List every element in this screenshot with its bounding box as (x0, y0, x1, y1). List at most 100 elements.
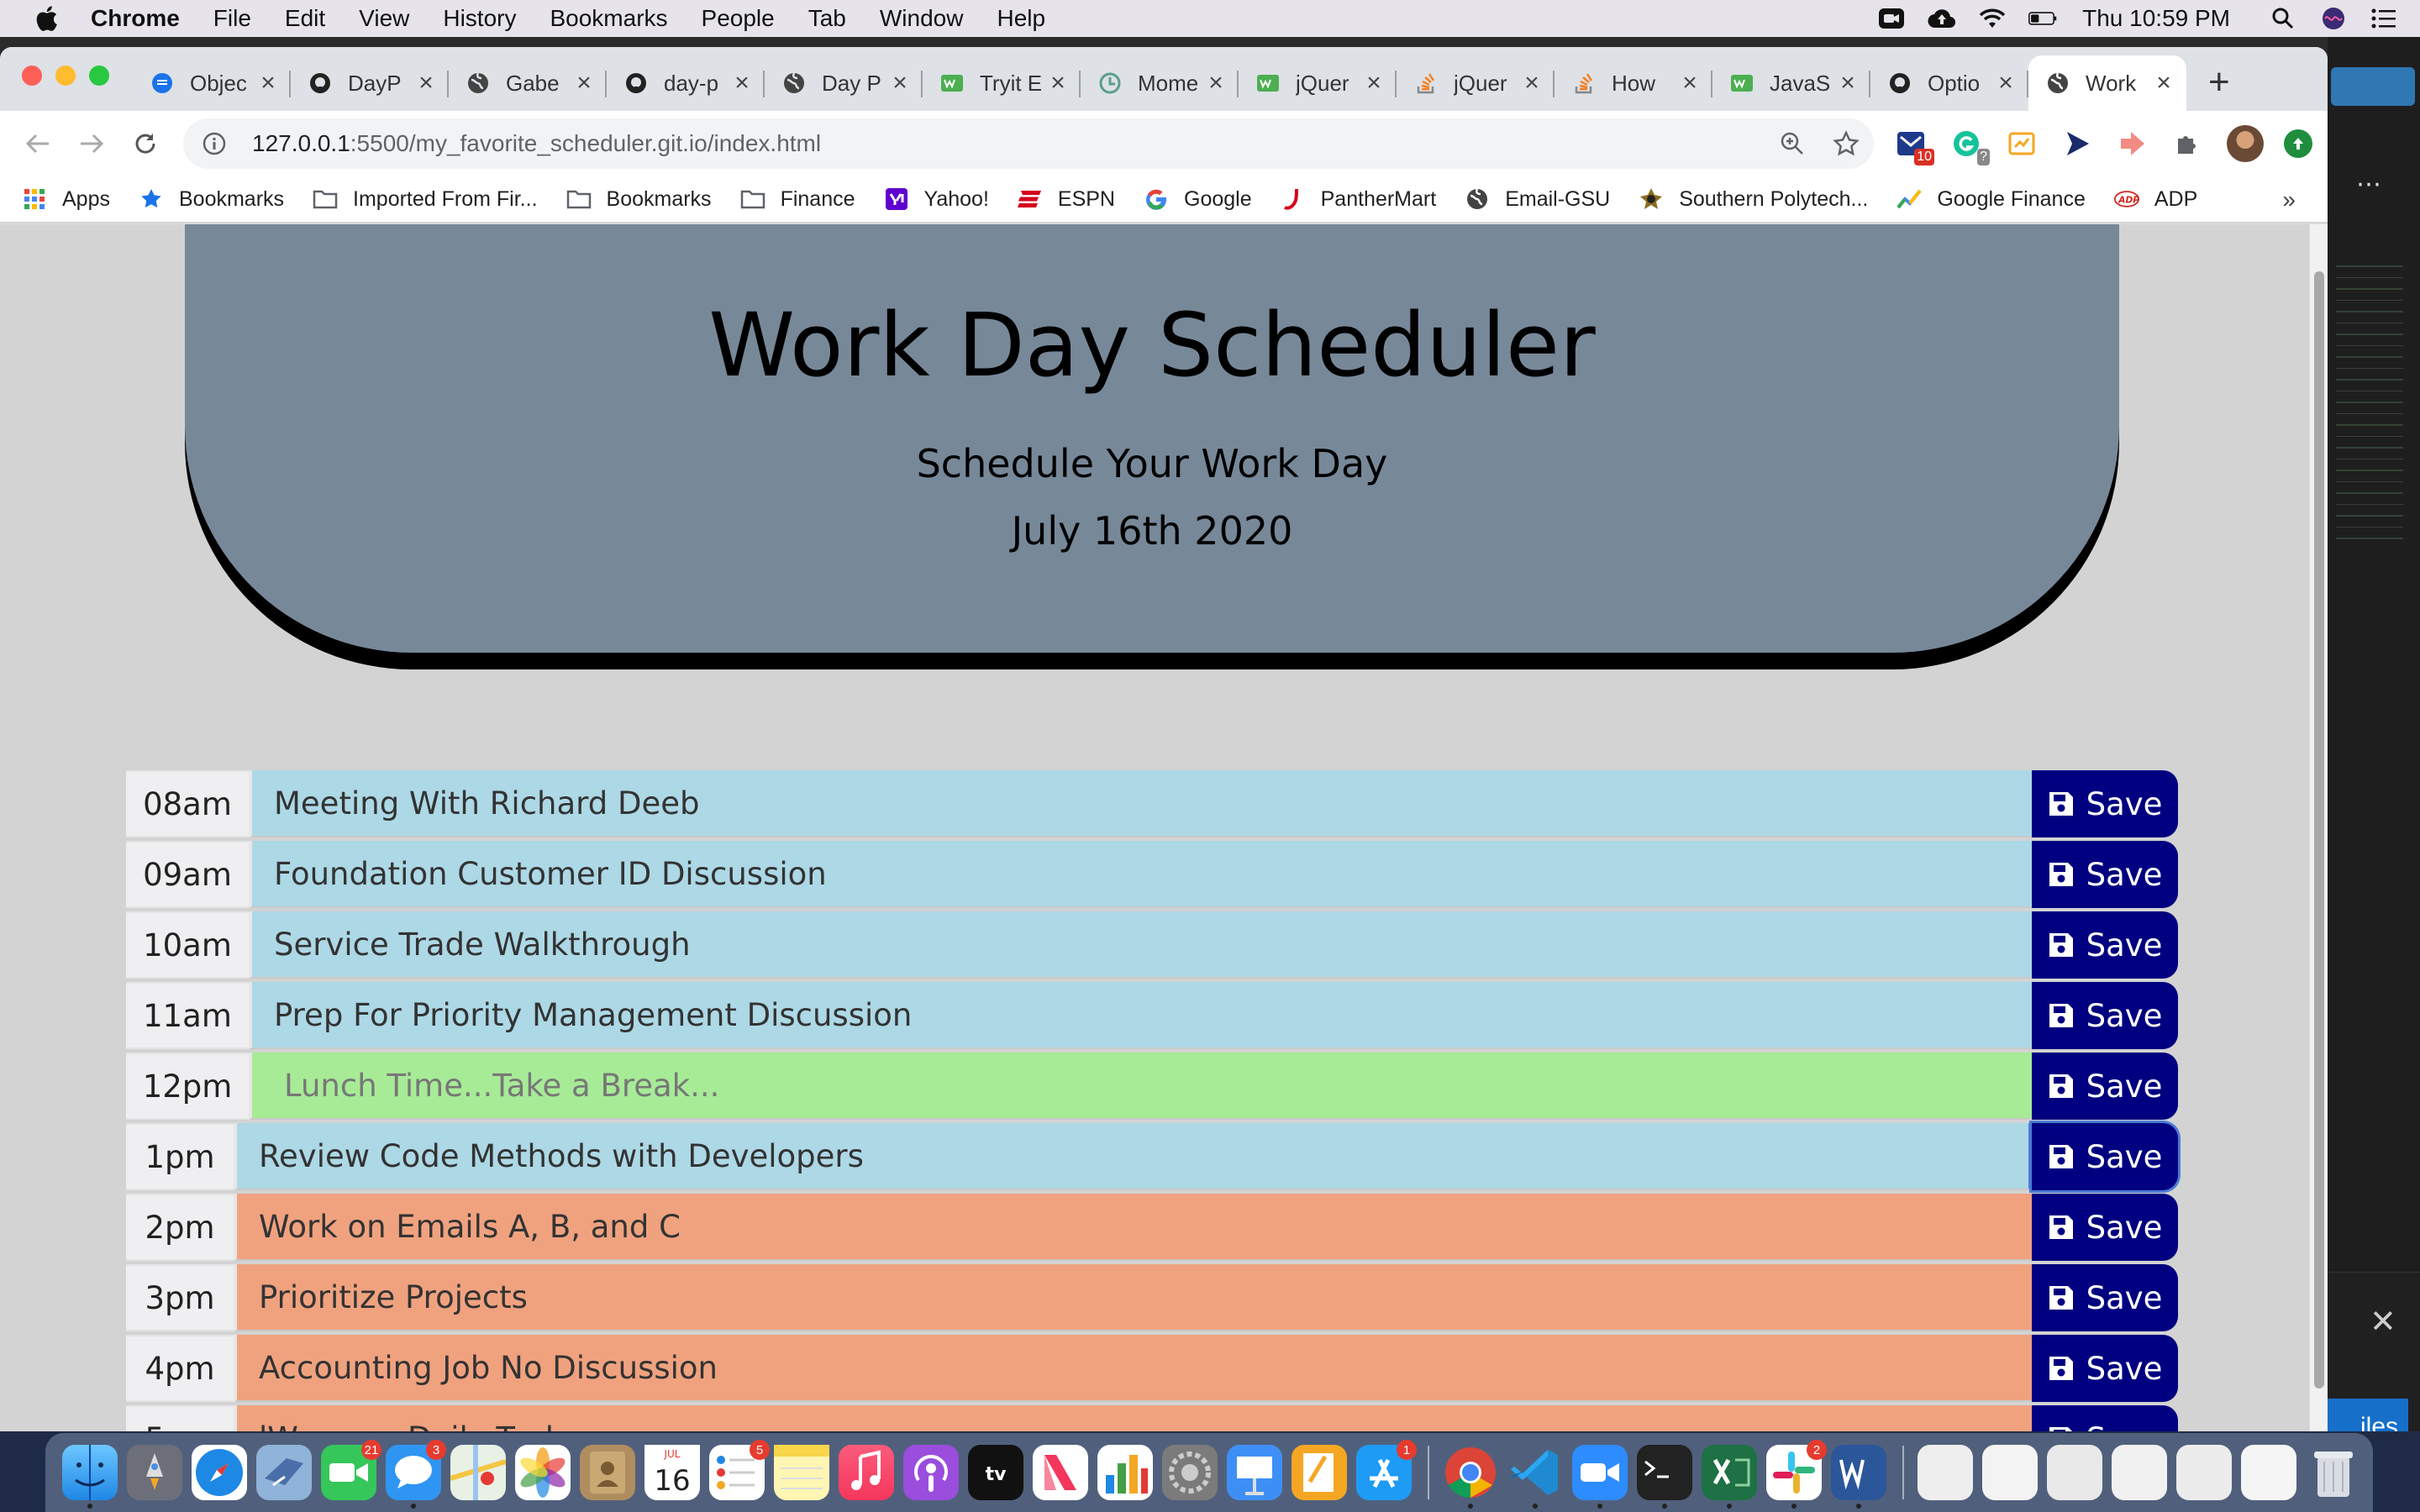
save-button[interactable]: Save (2032, 1194, 2178, 1261)
forward-arrow-icon[interactable] (71, 123, 113, 165)
zoom-icon[interactable] (1778, 129, 1807, 158)
save-button[interactable]: Save (2032, 911, 2178, 979)
cloud-upload-icon[interactable] (1928, 6, 1956, 31)
app-store-icon[interactable]: 1 (1356, 1440, 1417, 1500)
bookmark-yahoo[interactable]: Yahoo! (884, 186, 989, 212)
trash-icon[interactable] (2306, 1445, 2361, 1500)
menu-people[interactable]: People (702, 5, 775, 32)
window-thumbnail-icon[interactable] (2047, 1445, 2102, 1500)
save-button[interactable]: Save (2032, 1123, 2178, 1190)
back-arrow-icon[interactable] (17, 123, 59, 165)
notification-center-icon[interactable] (2370, 6, 2398, 31)
close-icon[interactable]: × (2151, 69, 2176, 97)
siri-icon[interactable] (2319, 6, 2348, 31)
tab-jquery-so[interactable]: jQuer × (1397, 55, 1555, 111)
menu-file[interactable]: File (213, 5, 251, 32)
bookmark-google-finance[interactable]: Google Finance (1897, 186, 2086, 212)
bookmark-finance[interactable]: Finance (740, 186, 855, 212)
podcasts-icon[interactable] (903, 1445, 959, 1500)
menu-window[interactable]: Window (880, 5, 964, 32)
editor-tab[interactable] (2331, 67, 2415, 106)
music-icon[interactable] (839, 1445, 894, 1500)
mail-extension-icon[interactable]: 10 (1894, 127, 1934, 165)
bookmark-panthermart[interactable]: PantherMart (1281, 186, 1436, 212)
save-button[interactable]: Save (2032, 841, 2178, 908)
close-icon[interactable]: × (413, 69, 439, 97)
tab-how[interactable]: How × (1555, 55, 1712, 111)
calendar-icon[interactable]: JUL 16 (644, 1445, 700, 1500)
menu-history[interactable]: History (443, 5, 516, 32)
menu-bookmarks[interactable]: Bookmarks (550, 5, 667, 32)
clipper-extension-icon[interactable] (2005, 127, 2039, 160)
reload-icon[interactable] (124, 123, 166, 165)
tab-work-active[interactable]: Work × (2028, 55, 2186, 111)
zoom-app-icon[interactable] (1572, 1445, 1628, 1509)
bookmark-southern-polytech[interactable]: Southern Polytech... (1639, 186, 1868, 212)
play-extension-icon[interactable] (2060, 127, 2094, 160)
save-button[interactable]: Save (2032, 1335, 2178, 1402)
page-scrollbar[interactable] (2309, 224, 2328, 1431)
tab-jquery-w3[interactable]: jQuer × (1239, 55, 1397, 111)
save-button[interactable]: Save (2032, 1053, 2178, 1120)
more-icon[interactable]: ⋯ (2356, 170, 2381, 199)
bookmark-espn[interactable]: ESPN (1017, 186, 1115, 212)
tab-moment[interactable]: Mome × (1081, 55, 1239, 111)
bookmarks-overflow-icon[interactable]: » (2282, 186, 2296, 213)
event-description-textarea[interactable]: lWrap up Daily Tasks (234, 1405, 2032, 1431)
safari-icon[interactable] (192, 1445, 247, 1500)
launchpad-icon[interactable] (127, 1445, 182, 1500)
bookmark-email-gsu[interactable]: Email-GSU (1465, 186, 1610, 212)
slack-icon[interactable]: 2 (1766, 1440, 1827, 1509)
maps-icon[interactable] (450, 1445, 507, 1500)
puzzle-extensions-icon[interactable] (2171, 127, 2205, 160)
save-button[interactable]: Save (2032, 982, 2178, 1049)
event-description-textarea[interactable]: Accounting Job No Discussion (234, 1335, 2032, 1402)
apple-icon[interactable] (34, 5, 59, 32)
close-icon[interactable]: × (1993, 69, 2018, 97)
messages-icon[interactable]: 3 (386, 1440, 446, 1509)
window-thumbnail-icon[interactable] (1982, 1445, 2038, 1500)
close-icon[interactable]: × (1835, 69, 1860, 97)
contacts-icon[interactable] (580, 1445, 635, 1500)
menu-clock[interactable]: Thu 10:59 PM (2082, 5, 2230, 32)
tab-day-p-repo[interactable]: day-p × (607, 55, 765, 111)
tab-tryit[interactable]: Tryit E × (923, 55, 1081, 111)
camera-status-icon[interactable] (1877, 6, 1906, 31)
close-icon[interactable]: × (1361, 69, 1386, 97)
close-icon[interactable]: × (571, 69, 597, 97)
save-button[interactable]: Save (2032, 1405, 2178, 1431)
tab-javascript[interactable]: JavaS × (1712, 55, 1870, 111)
bookmark-apps[interactable]: Apps (22, 186, 110, 212)
bookmark-google[interactable]: Google (1144, 186, 1252, 212)
menu-edit[interactable]: Edit (285, 5, 325, 32)
window-minimize-button[interactable] (55, 66, 76, 86)
news-icon[interactable] (1033, 1445, 1088, 1500)
event-description-textarea[interactable]: Work on Emails A, B, and C (234, 1194, 2032, 1261)
arrow-extension-icon[interactable] (2116, 127, 2149, 160)
profile-avatar[interactable] (2227, 125, 2264, 162)
pages-icon[interactable] (1292, 1445, 1347, 1500)
close-icon[interactable]: × (887, 69, 913, 97)
address-bar[interactable]: 127.0.0.1:5500/my_favorite_scheduler.git… (183, 118, 1874, 169)
finder-icon[interactable] (62, 1445, 118, 1509)
event-description-textarea[interactable]: Review Code Methods with Developers (234, 1123, 2032, 1190)
event-description-textarea[interactable]: Foundation Customer ID Discussion (249, 841, 2032, 908)
mail-bird-icon[interactable] (256, 1445, 312, 1500)
close-icon[interactable]: × (1045, 69, 1071, 97)
menu-view[interactable]: View (359, 5, 409, 32)
bookmark-star-icon[interactable] (1832, 129, 1860, 158)
window-thumbnail-icon[interactable] (2241, 1445, 2296, 1500)
info-icon[interactable] (202, 131, 227, 156)
tab-day-p[interactable]: Day P × (765, 55, 923, 111)
window-thumbnail-icon[interactable] (2112, 1445, 2167, 1500)
notification-action-button[interactable]: iles (2328, 1399, 2408, 1431)
close-icon[interactable]: × (255, 69, 281, 97)
tab-options[interactable]: Optio × (1870, 55, 2028, 111)
window-maximize-button[interactable] (89, 66, 109, 86)
grammarly-extension-icon[interactable]: ? (1949, 127, 1990, 165)
tab-objec[interactable]: Objec × (133, 55, 291, 111)
event-description-textarea[interactable]: Prioritize Projects (234, 1264, 2032, 1331)
keynote-icon[interactable] (1227, 1445, 1282, 1500)
close-icon[interactable]: × (1677, 69, 1702, 97)
window-thumbnail-icon[interactable] (2176, 1445, 2232, 1500)
